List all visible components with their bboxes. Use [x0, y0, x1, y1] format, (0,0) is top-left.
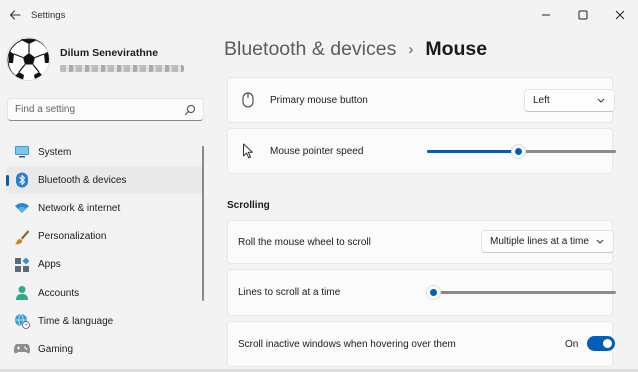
- sidebar-nav: System Bluetooth & devices Network & int…: [6, 138, 203, 364]
- sidebar-item-gaming[interactable]: Gaming: [6, 335, 203, 363]
- search-icon[interactable]: [184, 104, 196, 116]
- bluetooth-icon: [14, 172, 30, 188]
- sidebar-item-accounts[interactable]: Accounts: [6, 279, 203, 307]
- primary-mouse-button-label: Primary mouse button: [270, 94, 368, 106]
- lines-to-scroll-label: Lines to scroll at a time: [238, 287, 341, 298]
- maximize-button[interactable]: [564, 0, 601, 30]
- close-icon: [615, 10, 624, 20]
- sidebar-item-label: Bluetooth & devices: [38, 174, 127, 186]
- wheel-scroll-dropdown[interactable]: Multiple lines at a time: [481, 230, 614, 253]
- back-arrow-icon: [9, 10, 21, 20]
- sidebar-item-personalization[interactable]: Personalization: [6, 223, 203, 251]
- sidebar-item-label: System: [38, 146, 72, 158]
- back-button[interactable]: [2, 2, 28, 28]
- sidebar-item-apps[interactable]: Apps: [6, 251, 203, 279]
- sidebar-scrollbar[interactable]: [202, 146, 204, 301]
- wheel-scroll-label: Roll the mouse wheel to scroll: [238, 236, 371, 248]
- sidebar-item-network[interactable]: Network & internet: [6, 194, 203, 222]
- scrolling-section-title: Scrolling: [227, 200, 270, 211]
- apps-icon: [14, 257, 30, 273]
- sidebar-item-bluetooth-devices[interactable]: Bluetooth & devices: [6, 166, 203, 195]
- profile-name: Dilum Senevirathne: [60, 46, 159, 59]
- mouse-icon: [240, 92, 256, 108]
- slider-thumb[interactable]: [510, 144, 526, 159]
- primary-mouse-button-dropdown[interactable]: Left: [524, 89, 615, 112]
- soccer-ball-avatar: [7, 38, 49, 80]
- globe-clock-icon: [14, 313, 30, 330]
- page-title: Mouse: [425, 38, 488, 60]
- slider-track: [427, 291, 616, 294]
- sidebar-item-label: Time & language: [38, 315, 114, 327]
- wifi-icon: [14, 200, 30, 216]
- sidebar-item-label: Accounts: [38, 287, 80, 299]
- lines-to-scroll-slider[interactable]: [425, 285, 616, 300]
- pointer-speed-label: Mouse pointer speed: [270, 145, 364, 157]
- chevron-down-icon: [596, 239, 604, 244]
- search-input[interactable]: [15, 104, 184, 115]
- breadcrumb-parent-link[interactable]: Bluetooth & devices: [224, 38, 396, 61]
- window-controls: [527, 0, 638, 30]
- inactive-scroll-label: Scroll inactive windows when hovering ov…: [238, 338, 456, 350]
- maximize-icon: [578, 10, 587, 20]
- title-bar: Settings: [0, 0, 638, 30]
- app-title: Settings: [31, 9, 66, 21]
- inactive-scroll-toggle[interactable]: [587, 336, 615, 351]
- sidebar-item-label: Network & internet: [38, 202, 121, 214]
- sidebar-item-label: Gaming: [38, 343, 74, 355]
- profile-text: Dilum Senevirathne: [60, 47, 184, 72]
- toggle-state-text: On: [565, 339, 579, 350]
- user-profile[interactable]: Dilum Senevirathne: [6, 37, 184, 81]
- minimize-button[interactable]: [527, 0, 564, 30]
- accounts-icon: [14, 285, 30, 301]
- gamepad-icon: [14, 341, 30, 357]
- sidebar-item-label: Apps: [38, 259, 61, 271]
- pointer-cursor-icon: [240, 143, 256, 159]
- minimize-icon: [541, 14, 550, 16]
- sidebar-item-time-language[interactable]: Time & language: [6, 307, 203, 335]
- sidebar-item-system[interactable]: System: [6, 138, 203, 166]
- chevron-right-icon: ›: [408, 41, 414, 58]
- dropdown-value: Left: [533, 95, 550, 106]
- inactive-scroll-card: Scroll inactive windows when hovering ov…: [227, 321, 613, 367]
- profile-email-redacted: [60, 64, 184, 72]
- pointer-speed-slider[interactable]: [427, 144, 616, 159]
- system-monitor-icon: [14, 144, 30, 160]
- close-button[interactable]: [601, 0, 638, 30]
- sidebar-item-label: Personalization: [38, 231, 107, 243]
- brush-icon: [14, 229, 30, 245]
- breadcrumb: Bluetooth & devices › Mouse: [224, 38, 487, 61]
- slider-thumb[interactable]: [425, 285, 441, 300]
- slider-fill: [427, 150, 518, 153]
- search-box[interactable]: [7, 98, 204, 121]
- chevron-down-icon: [597, 98, 605, 103]
- dropdown-value: Multiple lines at a time: [490, 236, 589, 247]
- avatar: [6, 37, 50, 81]
